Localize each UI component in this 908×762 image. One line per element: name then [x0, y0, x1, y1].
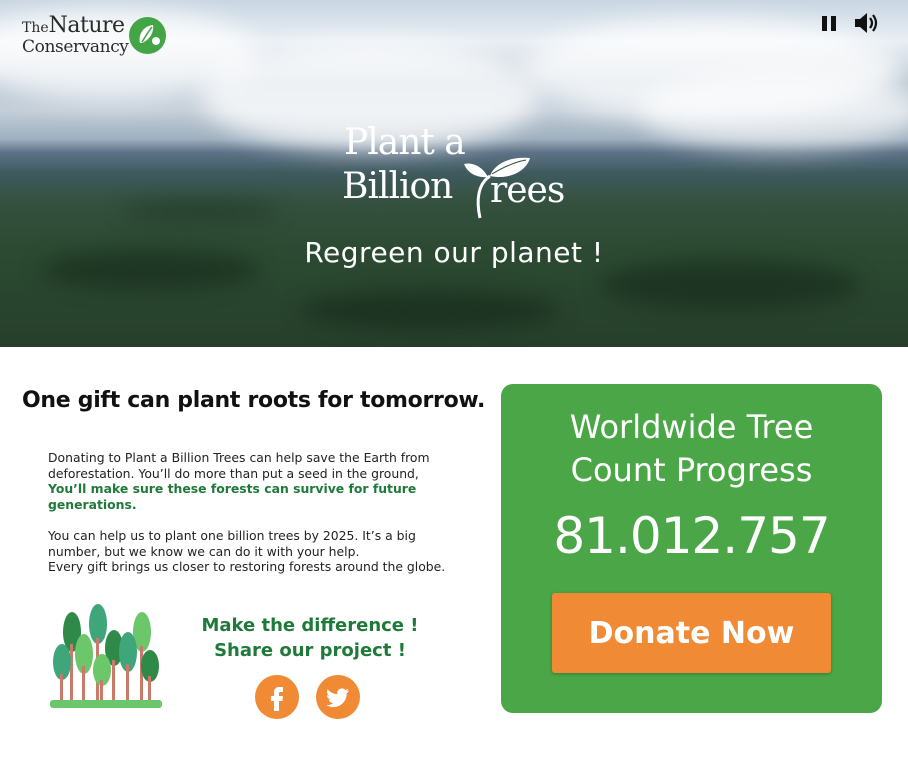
volume-icon [855, 13, 878, 33]
goal-text-2: Every gift brings us closer to restoring… [48, 559, 446, 575]
plant-logo-line1: Plant a [344, 122, 466, 163]
twitter-share-button[interactable] [316, 675, 360, 719]
donate-button[interactable]: Donate Now [552, 593, 831, 673]
plant-a-billion-trees-logo: Plant a Billion rees [340, 122, 580, 226]
tree-count-card: Worldwide Tree Count Progress 81.012.757… [501, 384, 882, 713]
logo-prefix: The [22, 20, 49, 36]
cloud-shadow [300, 290, 560, 330]
intro-emphasis: You’ll make sure these forests can survi… [48, 481, 417, 512]
card-title: Worldwide Tree Count Progress [501, 406, 882, 492]
share-line-2: Share our project ! [214, 640, 406, 661]
page-headline: One gift can plant roots for tomorrow. [22, 388, 486, 413]
logo-word-conservancy: Conservancy [22, 37, 129, 57]
leaf-globe-icon [129, 17, 166, 54]
goal-paragraph: You can help us to plant one billion tre… [48, 528, 468, 575]
volume-button[interactable] [852, 10, 882, 36]
logo-word-nature: Nature [48, 13, 125, 38]
hero-tagline: Regreen our planet ! [304, 236, 604, 269]
pause-button[interactable] [815, 10, 845, 36]
twitter-icon [326, 688, 349, 708]
share-line-1: Make the difference ! [201, 615, 419, 636]
cloud-shadow [120, 200, 280, 222]
plant-logo-line2: Billion [342, 166, 453, 207]
intro-paragraph: Donating to Plant a Billion Trees can he… [48, 450, 468, 512]
card-title-line-2: Count Progress [570, 451, 813, 489]
cloud [640, 70, 908, 150]
forest-illustration [50, 604, 162, 708]
share-prompt: Make the difference ! Share our project … [180, 613, 440, 663]
card-title-line-1: Worldwide Tree [569, 408, 814, 446]
tree-counter: 81.012.757 [553, 507, 830, 565]
nature-conservancy-logo[interactable]: TheNature Conservancy [22, 13, 172, 62]
plant-logo-line2-end: rees [490, 170, 565, 211]
intro-text: Donating to Plant a Billion Trees can he… [48, 450, 430, 481]
pause-icon [822, 16, 836, 31]
facebook-share-button[interactable] [255, 675, 299, 719]
facebook-icon [271, 687, 283, 711]
goal-text: You can help us to plant one billion tre… [48, 528, 416, 559]
logo-wordmark: TheNature Conservancy [22, 13, 129, 57]
hero-banner: TheNature Conservancy Plant a Billion re… [0, 0, 908, 347]
